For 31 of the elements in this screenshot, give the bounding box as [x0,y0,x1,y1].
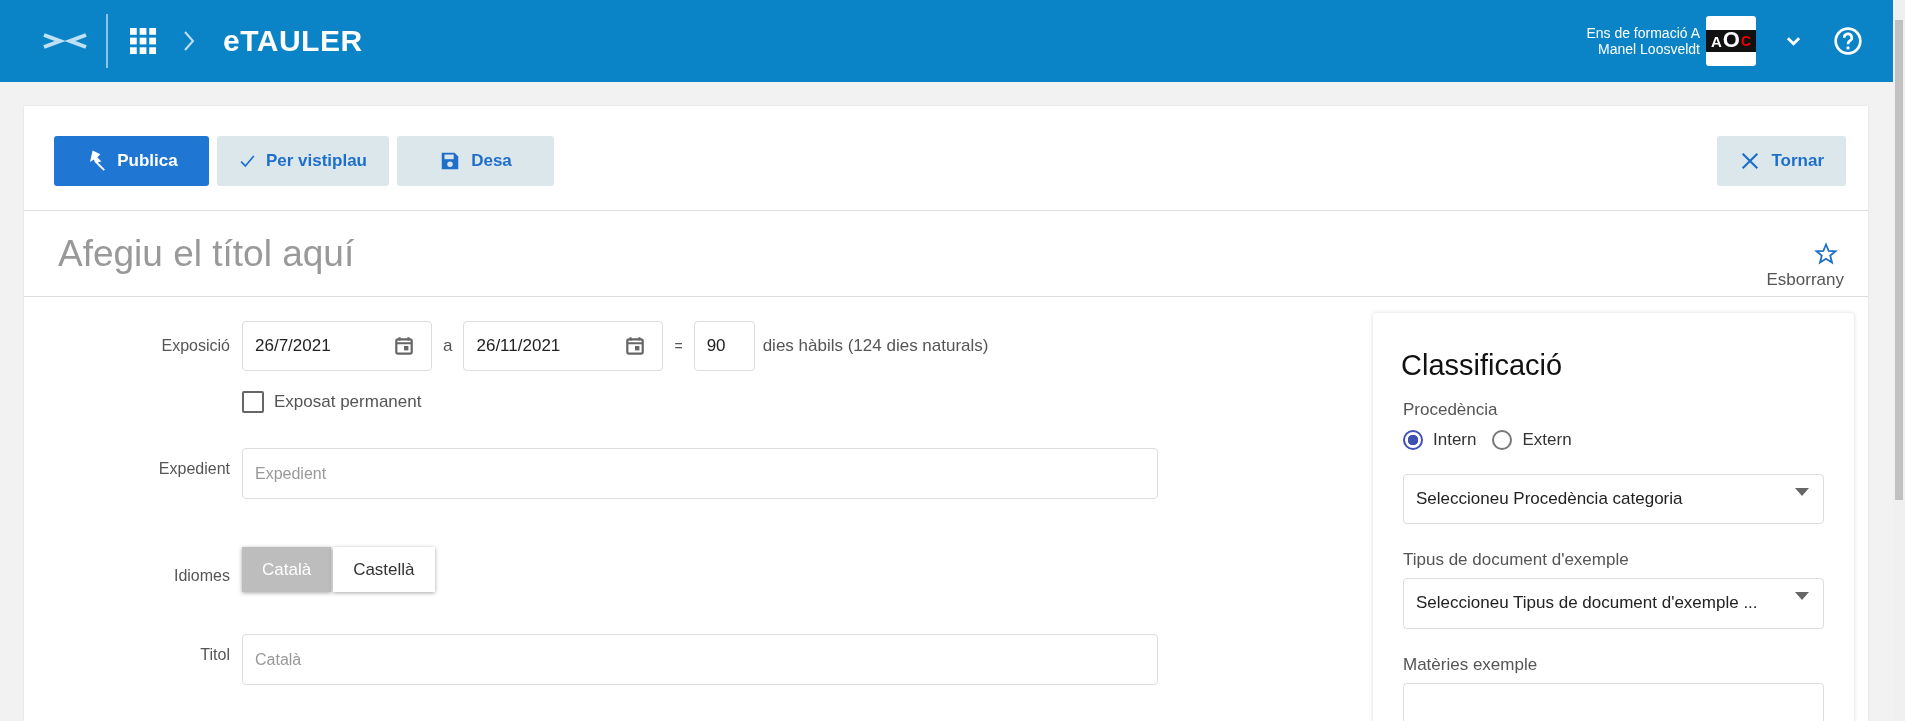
text-field[interactable]: Expedient [242,448,1158,499]
checkbox-label: Exposat permanent [274,392,422,412]
field-label: Exposició [160,337,230,355]
field-label: Procedència [1403,400,1499,420]
publish-button[interactable]: Publica [54,136,209,186]
text-field[interactable]: Català [242,634,1158,685]
date-field[interactable]: 26/7/2021 [242,321,432,371]
organization-name: Ens de formació A [1586,25,1700,41]
app-title: eTAULER [223,24,363,58]
organization-logo: AOC [1706,16,1756,66]
save-button[interactable]: Desa [397,136,554,186]
back-button[interactable]: Tornar [1717,136,1846,186]
date-field[interactable]: 26/11/2021 [463,321,664,371]
approval-button[interactable]: Per vistiplau [217,136,389,186]
radio-label: Extern [1522,430,1572,450]
user-name: Manel Loosveldt [1598,41,1700,57]
equals-sign: = [673,338,684,354]
range-separator: a [442,336,454,356]
field-label: Expedient [157,459,230,478]
dropdown[interactable]: Seleccioneu Procedència categoria [1403,474,1824,525]
field-label: Titol [199,645,230,664]
dropdown[interactable]: Seleccioneu Tipus de document d'exemple ... [1403,578,1824,629]
language-tab[interactable]: Castellà [333,547,435,592]
days-summary: dies hàbils (124 dies naturals) [762,336,989,356]
field-label: Tipus de document d'exemple [1403,550,1630,571]
field-label: Matèries exemple [1403,654,1539,675]
field-label: Idiomes [172,565,230,585]
days-field[interactable]: 90 [693,321,755,371]
status-label: Esborrany [1766,269,1844,290]
panel-heading: Classificació [1401,349,1564,382]
radio-label: Intern [1433,430,1477,450]
